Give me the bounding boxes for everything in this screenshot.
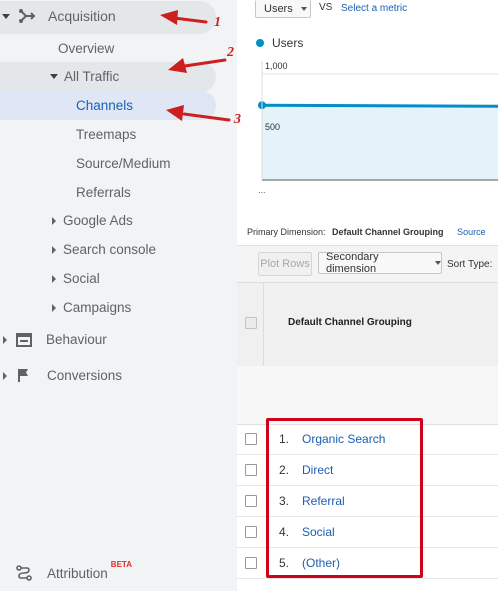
annotation-number-1: 1: [214, 15, 221, 30]
annotation-number-3: 3: [234, 112, 241, 127]
annotation-arrows: [160, 10, 231, 122]
annotation-number-2: 2: [227, 45, 234, 60]
